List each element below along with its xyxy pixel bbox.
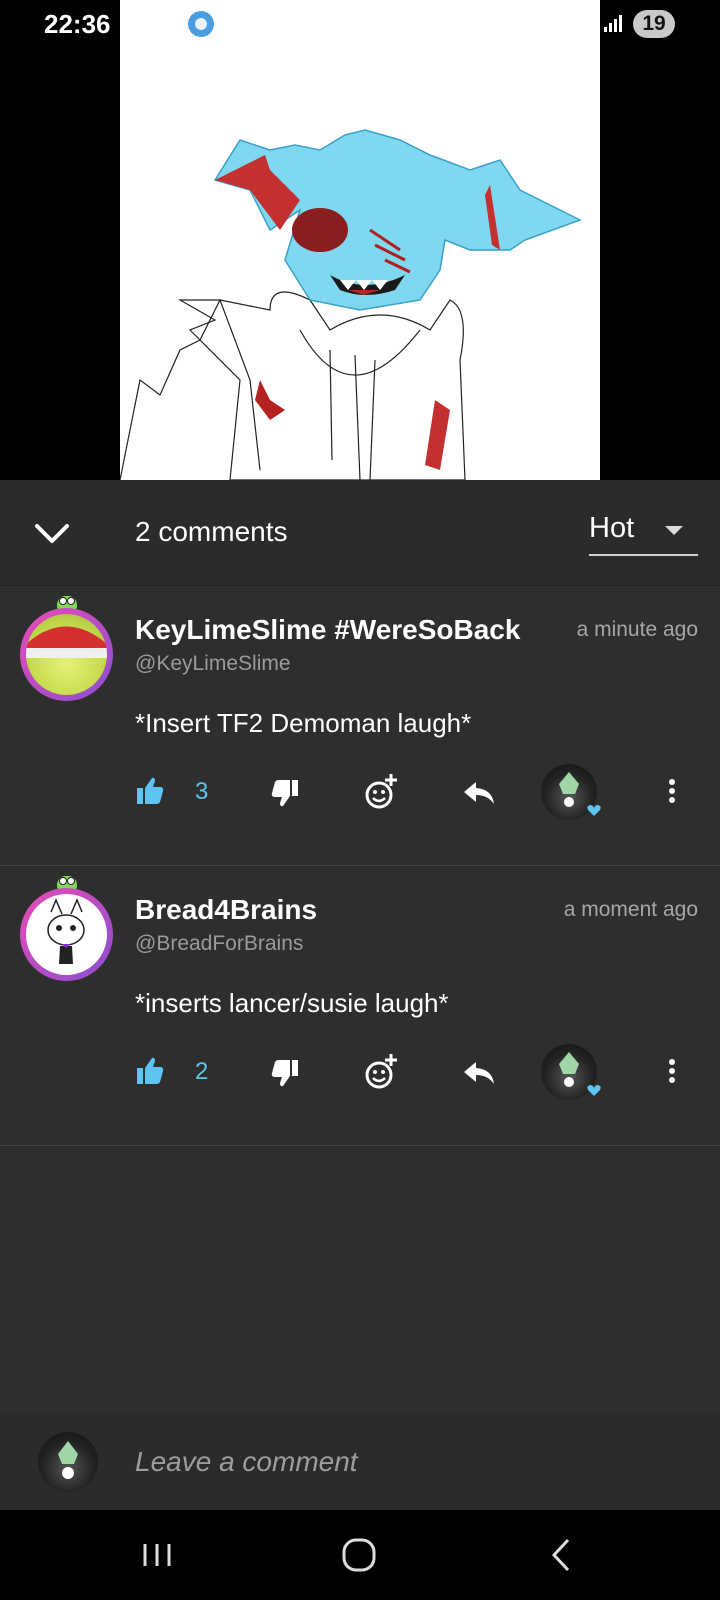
home-icon[interactable]	[334, 1530, 384, 1580]
author-name[interactable]: Bread4Brains	[135, 894, 317, 926]
like-count: 3	[195, 778, 209, 805]
avatar[interactable]	[20, 596, 115, 701]
comment-item: Bread4Brains @BreadForBrains a moment ag…	[0, 866, 720, 1146]
more-options-icon[interactable]	[666, 1044, 678, 1100]
caret-down-icon	[665, 526, 683, 535]
system-nav-bar	[0, 1510, 720, 1600]
current-user-avatar	[38, 1432, 98, 1492]
thumbs-up-icon[interactable]	[135, 1044, 165, 1100]
comment-item: KeyLimeSlime #WereSoBack @KeyLimeSlime a…	[0, 586, 720, 866]
comments-list: KeyLimeSlime #WereSoBack @KeyLimeSlime a…	[0, 586, 720, 1414]
heart-icon	[586, 802, 602, 818]
status-time: 22:36	[44, 9, 111, 39]
comment-time: a moment ago	[563, 898, 698, 921]
more-options-icon[interactable]	[666, 764, 678, 820]
add-reaction-icon[interactable]	[364, 764, 398, 820]
app-notification-icon	[188, 11, 214, 37]
avatar[interactable]	[20, 876, 115, 981]
comment-body: *Insert TF2 Demoman laugh*	[135, 708, 472, 738]
battery-icon: 19	[633, 10, 675, 38]
reply-icon[interactable]	[462, 1044, 496, 1100]
comment-input[interactable]	[135, 1440, 695, 1484]
thumbs-up-icon[interactable]	[135, 764, 165, 820]
post-artwork-image[interactable]	[120, 0, 600, 480]
signal-icon	[604, 14, 622, 32]
comment-input-bar	[0, 1414, 720, 1510]
sort-select[interactable]: Hot	[589, 506, 698, 556]
chevron-down-icon[interactable]	[33, 514, 71, 552]
like-count: 2	[195, 1058, 209, 1085]
heart-icon	[586, 1082, 602, 1098]
post-media-area	[0, 0, 720, 480]
author-handle[interactable]: @BreadForBrains	[135, 932, 303, 956]
recent-apps-icon[interactable]	[132, 1530, 182, 1580]
comment-time: a minute ago	[576, 618, 698, 641]
add-reaction-icon[interactable]	[364, 1044, 398, 1100]
thumbs-down-icon[interactable]	[270, 1044, 300, 1100]
comment-actions: 2	[0, 1044, 720, 1100]
sort-value: Hot	[589, 512, 635, 544]
comment-body: *inserts lancer/susie laugh*	[135, 988, 449, 1018]
author-name[interactable]: KeyLimeSlime #WereSoBack	[135, 614, 520, 646]
comments-count: 2 comments	[135, 516, 288, 547]
reply-icon[interactable]	[462, 764, 496, 820]
author-handle[interactable]: @KeyLimeSlime	[135, 652, 291, 676]
thumbs-down-icon[interactable]	[270, 764, 300, 820]
comment-actions: 3	[0, 764, 720, 820]
status-bar: 22:36 19	[0, 0, 720, 48]
back-icon[interactable]	[536, 1530, 586, 1580]
comments-header: 2 comments Hot	[0, 480, 720, 586]
